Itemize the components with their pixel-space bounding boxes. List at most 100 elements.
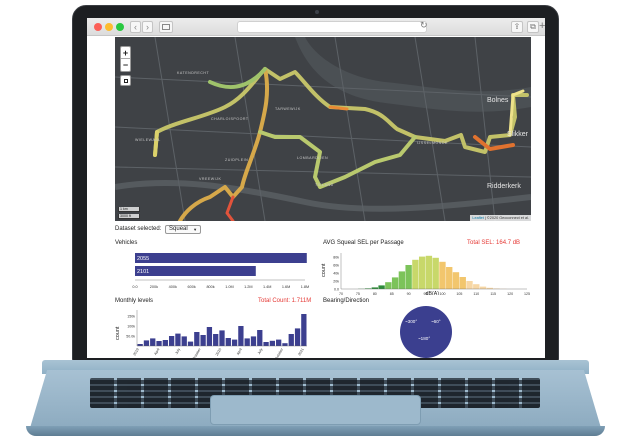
x-tick-label: April bbox=[153, 347, 160, 355]
x-tick-label: 400k bbox=[169, 285, 177, 289]
x-tick-label: 1.8M bbox=[301, 285, 309, 289]
town-label: Slikker bbox=[507, 131, 529, 138]
sidebar-icon bbox=[162, 24, 170, 30]
x-tick-label: 115 bbox=[490, 292, 496, 295]
monthly-bar bbox=[225, 338, 231, 346]
total-sel: Total SEL: 164.7 dB bbox=[467, 240, 521, 246]
minimize-window-button[interactable] bbox=[105, 23, 113, 31]
monthly-bar bbox=[244, 338, 250, 346]
share-button[interactable]: ⇪ bbox=[511, 21, 523, 33]
x-tick-label: 80 bbox=[373, 292, 377, 295]
map-canvas[interactable] bbox=[115, 37, 531, 221]
x-axis-label: dB(A) bbox=[426, 291, 440, 295]
close-window-button[interactable] bbox=[94, 23, 102, 31]
x-tick-label: 2021 bbox=[297, 348, 304, 357]
district-label: VREEWIJK bbox=[199, 177, 222, 181]
share-icon: ⇪ bbox=[513, 22, 521, 31]
x-tick-label: April bbox=[236, 347, 243, 355]
chevron-left-icon: ‹ bbox=[134, 22, 137, 32]
square-icon bbox=[124, 79, 128, 83]
monthly-bar bbox=[282, 343, 288, 346]
monthly-bar bbox=[301, 314, 307, 346]
attribution-text: | ©2020 Geoconnect et al. bbox=[484, 216, 529, 220]
y-tick-label: 150k bbox=[127, 314, 135, 318]
back-button[interactable]: ‹ bbox=[130, 21, 141, 33]
monthly-bar bbox=[194, 332, 200, 346]
monthly-title: Monthly levels bbox=[115, 298, 154, 304]
sidebar-toggle-button[interactable] bbox=[159, 21, 173, 33]
zoom-in-button[interactable]: + bbox=[121, 47, 130, 59]
monthly-bar bbox=[250, 336, 257, 346]
histogram-bar bbox=[371, 287, 378, 289]
y-tick-label: 80k bbox=[333, 255, 339, 259]
tabs-icon: ⧉ bbox=[530, 22, 536, 31]
zoom-control: + − bbox=[120, 46, 131, 72]
district-label: WIELEWAAL bbox=[135, 138, 161, 142]
noise-map[interactable]: + − KATENDRECHT CHARLOISPOORT TARWEWIJK … bbox=[115, 37, 531, 221]
vehicle-bar-label: 2055 bbox=[137, 256, 149, 262]
avg-sel-title: AVG Squeal SEL per Passage bbox=[323, 240, 404, 246]
forward-button[interactable]: › bbox=[142, 21, 153, 33]
maximize-window-button[interactable] bbox=[116, 23, 124, 31]
laptop-lid: ‹ › ↻ ⇪ ⧉ + + − KATENDRECHT CHARLOISPOOR… bbox=[72, 5, 559, 363]
histogram-bar bbox=[479, 286, 487, 289]
histogram-bar bbox=[452, 272, 460, 289]
reload-icon[interactable]: ↻ bbox=[420, 20, 428, 31]
histogram-bar bbox=[473, 284, 480, 289]
monthly-bar bbox=[231, 339, 238, 346]
address-bar[interactable] bbox=[237, 21, 427, 33]
chevron-right-icon: › bbox=[146, 22, 149, 32]
tab-overview-button[interactable]: ⧉ bbox=[527, 21, 539, 33]
y-tick-label: 20k bbox=[333, 279, 339, 283]
monthly-bar bbox=[263, 342, 269, 346]
x-tick-label: 600k bbox=[188, 285, 196, 289]
x-tick-label: 1.6M bbox=[282, 285, 290, 289]
y-tick-label: 100k bbox=[127, 324, 135, 328]
browser-window: ‹ › ↻ ⇪ ⧉ + + − KATENDRECHT CHARLOISPOOR… bbox=[87, 18, 545, 358]
district-label: ZUIDPLEIN bbox=[225, 158, 249, 162]
district-label: IJSSELMONDE bbox=[417, 141, 448, 145]
x-tick-label: 110 bbox=[473, 292, 479, 295]
district-label: KATENDRECHT bbox=[177, 71, 210, 75]
monthly-bar bbox=[162, 340, 168, 346]
dataset-value: Squeal bbox=[169, 226, 188, 232]
dataset-dropdown[interactable]: Squeal ▼ bbox=[165, 225, 202, 234]
histogram-bar bbox=[391, 277, 399, 289]
x-tick-label: October bbox=[192, 347, 202, 358]
monthly-bar bbox=[156, 341, 162, 346]
monthly-bar bbox=[288, 334, 294, 346]
vehicle-bar-label: 2101 bbox=[137, 269, 149, 275]
bearing-label: ~60° bbox=[431, 319, 441, 324]
x-tick-label: 1.4M bbox=[263, 285, 271, 289]
district-label: CHARLOISPOORT bbox=[211, 117, 249, 121]
chevron-down-icon: ▼ bbox=[193, 227, 198, 232]
leaflet-link[interactable]: Leaflet bbox=[472, 216, 483, 220]
bearing-compass[interactable]: ~300° ~60° ~180° bbox=[400, 306, 452, 358]
x-tick-label: 120 bbox=[507, 292, 513, 295]
monthly-bar bbox=[168, 336, 175, 346]
x-tick-label: 1.2M bbox=[244, 285, 252, 289]
browser-toolbar: ‹ › ↻ ⇪ ⧉ + bbox=[87, 18, 545, 36]
monthly-bar bbox=[213, 334, 219, 346]
vehicles-title: Vehicles bbox=[115, 240, 138, 246]
monthly-bar bbox=[206, 327, 213, 346]
vehicle-bar bbox=[135, 266, 256, 276]
dataset-selector: Dataset selected: Squeal ▼ bbox=[115, 225, 202, 234]
histogram-bar bbox=[385, 282, 392, 289]
monthly-bar bbox=[175, 333, 181, 346]
vehicles-chart: 2055 2101 0.0 200k 400k 600k 800k 1.0M 1.2M 1.4M 1… bbox=[132, 253, 309, 289]
new-tab-button[interactable]: + bbox=[539, 20, 545, 32]
histogram-bar bbox=[398, 271, 406, 289]
x-tick-label: 2020 bbox=[215, 348, 222, 357]
reset-view-button[interactable] bbox=[120, 75, 131, 86]
x-tick-label: 1.0M bbox=[225, 285, 233, 289]
trackpad bbox=[210, 395, 421, 425]
x-tick-label: 800k bbox=[206, 285, 214, 289]
town-label: Bolnes bbox=[487, 97, 509, 104]
x-tick-label: 125 bbox=[524, 292, 530, 295]
zoom-out-button[interactable]: − bbox=[121, 59, 130, 71]
monthly-bar bbox=[187, 341, 194, 346]
y-axis-label: count bbox=[115, 326, 121, 340]
y-tick-label: 0.0 bbox=[334, 287, 339, 291]
x-tick-label: July bbox=[174, 347, 181, 355]
